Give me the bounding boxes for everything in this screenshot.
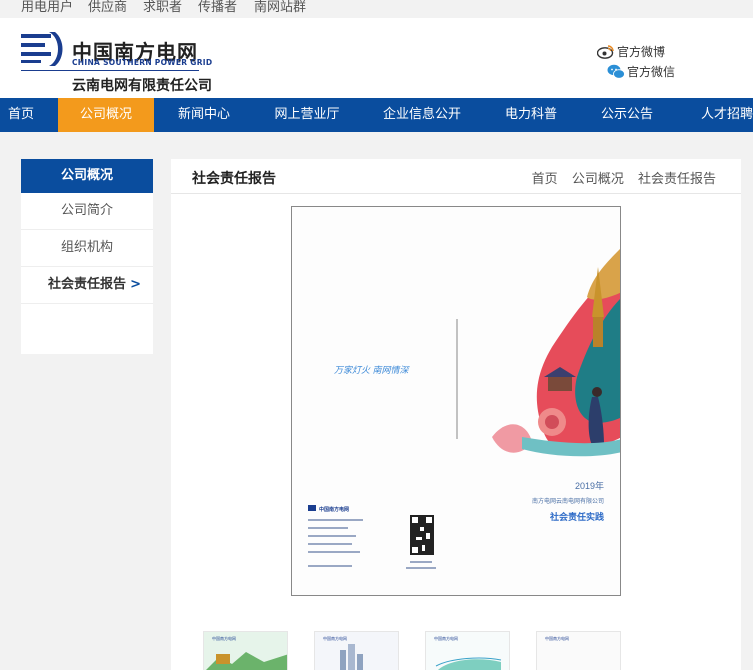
nav-power-science[interactable]: 电力科普 (498, 98, 564, 132)
nav-recruitment[interactable]: 人才招聘 (694, 98, 753, 132)
csg-logo-icon[interactable] (21, 32, 65, 66)
chevron-right-icon: > (130, 277, 141, 292)
report-thumbnail-2019[interactable]: 中国南方电网 (203, 631, 288, 670)
site-header: 中国南方电网 CHINA SOUTHERN POWER GRID 云南电网有限责… (0, 18, 753, 98)
sidebar-item-company-profile[interactable]: 公司简介 (21, 193, 153, 230)
wechat-link[interactable]: 官方微信 (607, 63, 675, 80)
breadcrumb: 首页 公司概况 社会责任报告 (522, 168, 716, 187)
sidebar-item-social-responsibility[interactable]: 社会责任报告 > (21, 267, 153, 304)
thumbnail-logo: 中国南方电网 (545, 635, 569, 641)
weibo-label: 官方微博 (617, 45, 666, 59)
top-utility-bar: 用电用户 供应商 求职者 传播者 南网站群 (0, 0, 753, 18)
report-thumbnail-2018[interactable]: 中国南方电网 (314, 631, 399, 670)
weibo-link[interactable]: 官方微博 (597, 43, 665, 60)
thumbnail-artwork: 中国南方电网 (204, 632, 287, 670)
nav-news-center[interactable]: 新闻中心 (165, 98, 243, 132)
logo-english-name: CHINA SOUTHERN POWER GRID (72, 58, 213, 67)
thumbnail-logo: 中国南方电网 (212, 635, 236, 641)
link-suppliers[interactable]: 供应商 (88, 0, 127, 16)
wechat-label: 官方微信 (627, 65, 676, 79)
nav-announcements[interactable]: 公示公告 (594, 98, 660, 132)
nav-home[interactable]: 首页 (0, 98, 42, 132)
logo-divider (21, 70, 199, 71)
breadcrumb-home[interactable]: 首页 (532, 172, 558, 187)
nav-online-service-hall[interactable]: 网上营业厅 (266, 98, 348, 132)
cover-year: 2019年 (575, 480, 604, 491)
sidebar-item-label: 公司简介 (60, 203, 113, 218)
link-site-group[interactable]: 南网站群 (254, 0, 306, 16)
weibo-icon (597, 45, 614, 59)
company-name: 云南电网有限责任公司 (72, 78, 212, 94)
title-divider (171, 193, 741, 194)
link-communicators[interactable]: 传播者 (198, 0, 237, 16)
nav-info-disclosure[interactable]: 企业信息公开 (378, 98, 466, 132)
breadcrumb-current: 社会责任报告 (637, 172, 716, 187)
breadcrumb-company-overview[interactable]: 公司概况 (572, 172, 624, 187)
cover-subtitle: 社会责任实践 (549, 511, 604, 522)
wechat-icon (607, 64, 625, 79)
thumbnail-logo: 中国南方电网 (434, 635, 458, 641)
thumbnail-artwork: 中国南方电网 (315, 632, 398, 670)
cover-company: 南方电网云南电网有限公司 (532, 497, 604, 505)
main-content: 社会责任报告 首页 公司概况 社会责任报告 2019年 南方电网云南电网有限公司… (171, 159, 741, 670)
sidebar-item-organization[interactable]: 组织机构 (21, 230, 153, 267)
report-cover-artwork: 2019年 南方电网云南电网有限公司 社会责任实践 万家灯火 南网情深 中国南方… (308, 249, 620, 569)
link-electricity-users[interactable]: 用电用户 (21, 0, 73, 16)
page-title: 社会责任报告 (192, 171, 276, 187)
sidebar-item-label: 组织机构 (60, 240, 113, 255)
back-cover-logo: 中国南方电网 (319, 506, 349, 513)
thumbnail-artwork: 中国南方电网 (537, 632, 620, 670)
nav-company-overview[interactable]: 公司概况 (58, 98, 154, 132)
cover-slogan: 万家灯火 南网情深 (334, 365, 411, 375)
report-thumbnail-2017[interactable]: 中国南方电网 (425, 631, 510, 670)
thumbnail-logo: 中国南方电网 (323, 635, 347, 641)
thumbnail-artwork: 中国南方电网 (426, 632, 509, 670)
sidebar-item-label: 社会责任报告 (47, 277, 126, 292)
sidebar-title: 公司概况 (21, 159, 153, 193)
main-nav: 首页 公司概况 新闻中心 网上营业厅 企业信息公开 电力科普 公示公告 人才招聘 (0, 98, 753, 132)
report-cover-image[interactable]: 2019年 南方电网云南电网有限公司 社会责任实践 万家灯火 南网情深 中国南方… (291, 206, 621, 596)
sidebar: 公司概况 公司简介 组织机构 社会责任报告 > (21, 159, 153, 354)
qr-code-icon (410, 515, 434, 555)
report-thumbnail-2016[interactable]: 中国南方电网 (536, 631, 621, 670)
link-job-seekers[interactable]: 求职者 (143, 0, 182, 16)
